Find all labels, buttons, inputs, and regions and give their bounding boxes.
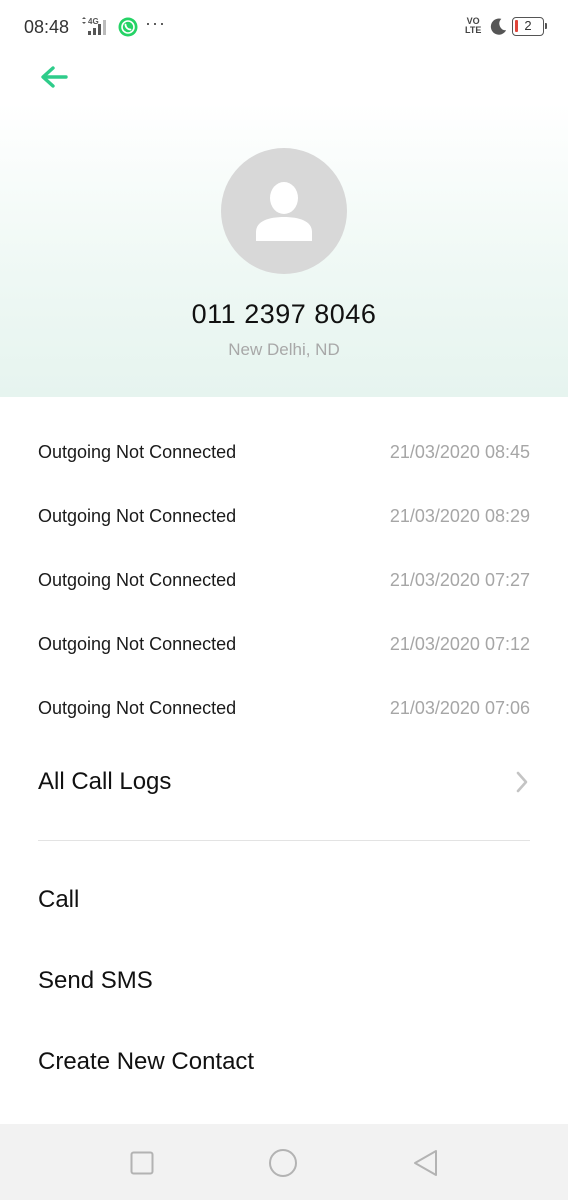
contact-location: New Delhi, ND <box>228 340 340 359</box>
whatsapp-icon <box>118 17 138 37</box>
status-bar: 08:48 4G ··· VO LTE 2 <box>0 0 568 56</box>
call-log-row[interactable]: Outgoing Not Connected 21/03/2020 08:29 <box>0 485 568 549</box>
call-log-type: Outgoing Not Connected <box>38 506 237 526</box>
status-time: 08:48 <box>24 17 70 37</box>
battery-level: 2 <box>524 18 532 33</box>
call-log-type: Outgoing Not Connected <box>38 442 237 462</box>
call-log-datetime: 21/03/2020 07:12 <box>389 634 530 654</box>
send-sms-button[interactable]: Send SMS <box>0 947 568 1017</box>
all-call-logs-button[interactable]: All Call Logs <box>0 750 568 814</box>
square-icon[interactable] <box>127 1148 157 1178</box>
call-log-type: Outgoing Not Connected <box>38 634 237 654</box>
call-log-datetime: 21/03/2020 07:06 <box>389 698 530 718</box>
volte-icon: VO LTE <box>465 17 481 35</box>
call-log-row[interactable]: Outgoing Not Connected 21/03/2020 08:45 <box>0 421 568 485</box>
call-log-datetime: 21/03/2020 08:45 <box>389 442 530 462</box>
contact-avatar <box>221 148 347 274</box>
call-log-row[interactable]: Outgoing Not Connected 21/03/2020 07:06 <box>0 677 568 741</box>
all-call-logs-label: All Call Logs <box>38 768 172 795</box>
call-button[interactable]: Call <box>0 866 568 936</box>
call-label: Call <box>38 886 80 913</box>
call-log-list: Outgoing Not Connected 21/03/2020 08:45 … <box>0 421 568 741</box>
create-new-contact-label: Create New Contact <box>38 1048 255 1075</box>
back-arrow-icon[interactable] <box>36 60 72 96</box>
person-icon <box>256 182 312 241</box>
volte-bottom: LTE <box>465 25 482 35</box>
call-log-datetime: 21/03/2020 07:27 <box>389 570 530 590</box>
more-notifications-icon: ··· <box>145 13 166 33</box>
contact-phone-number: 011 2397 8046 <box>191 299 377 329</box>
call-log-row[interactable]: Outgoing Not Connected 21/03/2020 07:12 <box>0 613 568 677</box>
do-not-disturb-moon-icon <box>490 18 507 35</box>
chevron-right-icon <box>516 771 528 793</box>
system-navigation-bar <box>0 1124 568 1200</box>
cellular-signal-icon: 4G <box>82 17 106 35</box>
call-log-type: Outgoing Not Connected <box>38 570 237 590</box>
call-log-datetime: 21/03/2020 08:29 <box>389 506 530 526</box>
circle-icon[interactable] <box>268 1148 298 1178</box>
call-log-row[interactable]: Outgoing Not Connected 21/03/2020 07:27 <box>0 549 568 613</box>
section-divider <box>38 840 530 841</box>
call-log-type: Outgoing Not Connected <box>38 698 237 718</box>
network-type-label: 4G <box>88 17 99 26</box>
triangle-back-icon[interactable] <box>411 1148 441 1178</box>
battery-icon: 2 <box>512 17 547 36</box>
send-sms-label: Send SMS <box>38 967 153 994</box>
create-new-contact-button[interactable]: Create New Contact <box>0 1028 568 1098</box>
